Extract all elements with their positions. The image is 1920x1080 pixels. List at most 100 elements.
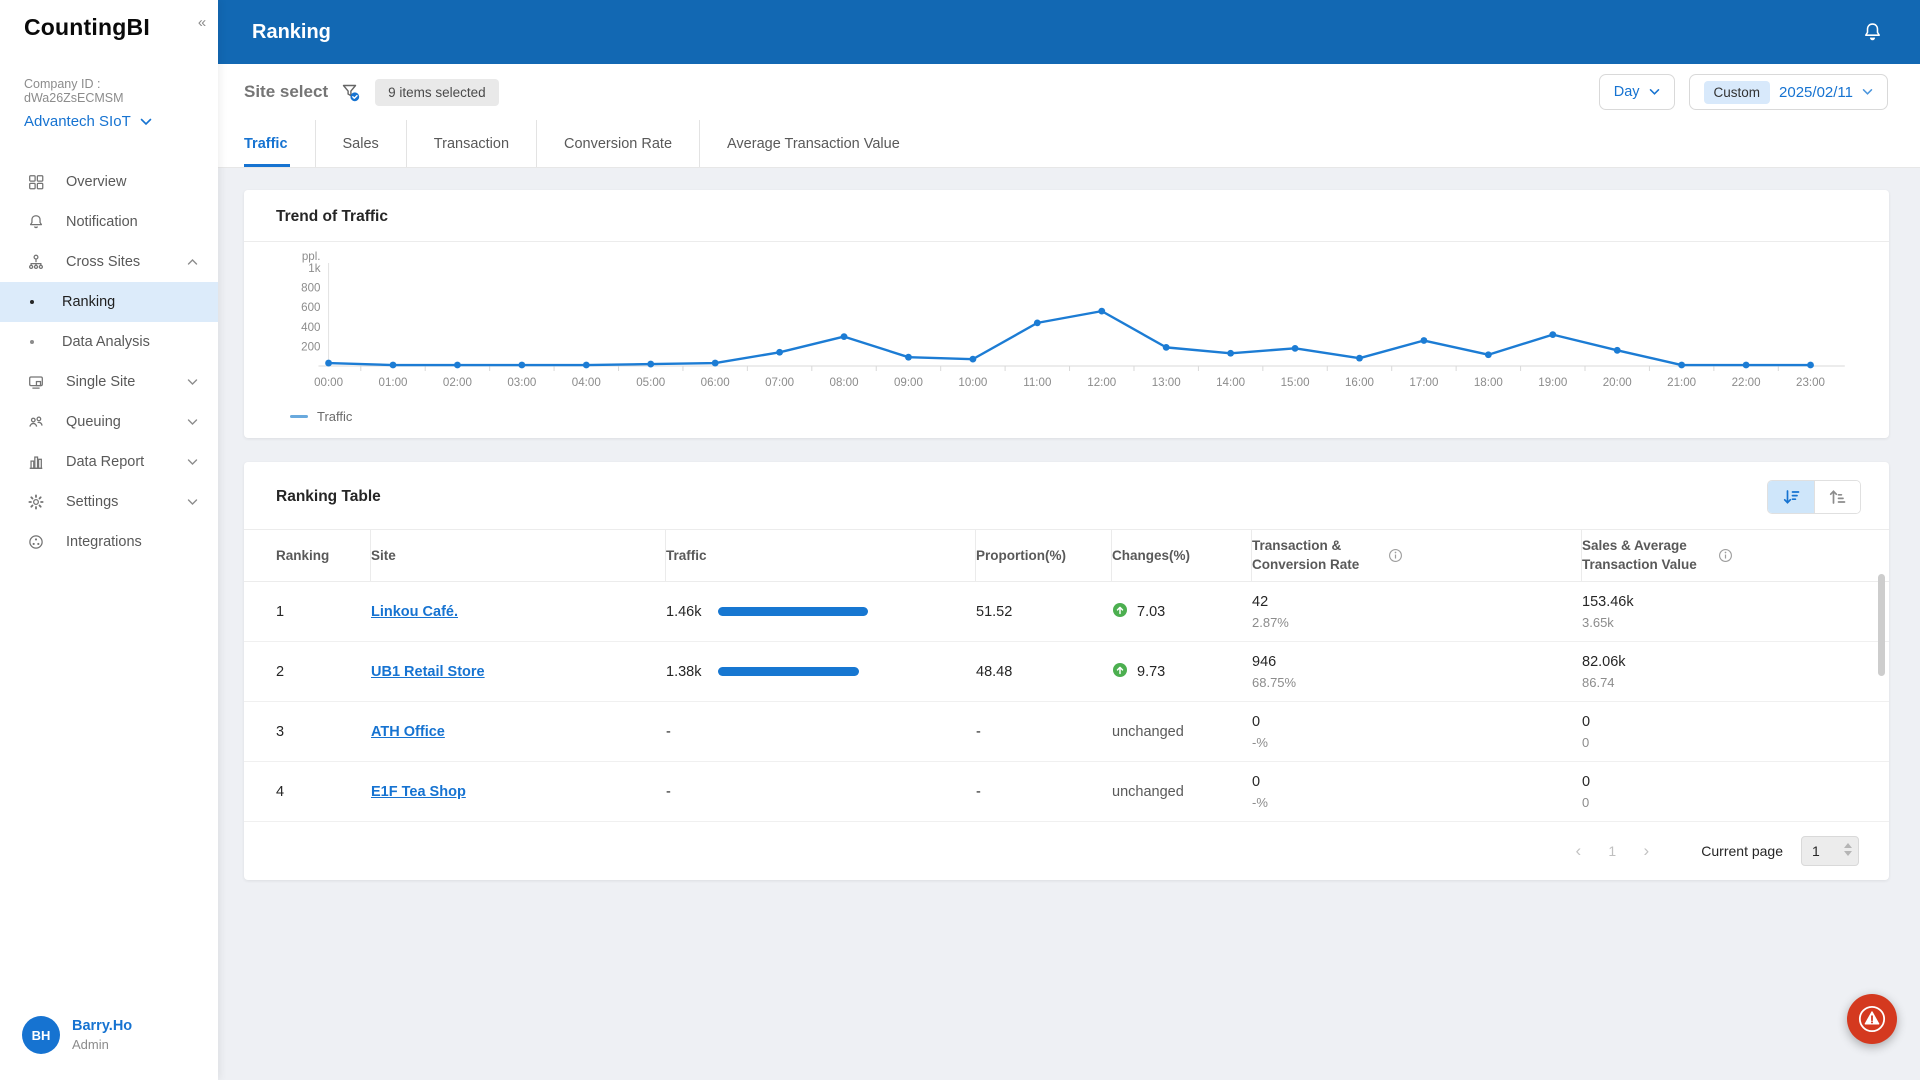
sidebar-item-integrations[interactable]: Integrations xyxy=(0,522,218,562)
sort-descending-button[interactable] xyxy=(1768,481,1814,513)
sidebar-nav: Overview Notification Cross Sites Rank xyxy=(0,162,218,562)
proportion-cell: 48.48 xyxy=(976,664,1112,680)
column-header-site: Site xyxy=(371,530,666,581)
sidebar-item-settings[interactable]: Settings xyxy=(0,482,218,522)
site-link[interactable]: ATH Office xyxy=(371,724,445,740)
page-title: Ranking xyxy=(252,21,331,44)
company-block: Company ID : dWa26ZsECMSM Advantech SIoT xyxy=(0,51,218,130)
date-value: 2025/02/11 xyxy=(1779,84,1853,101)
svg-text:1k: 1k xyxy=(308,263,320,275)
svg-text:20:00: 20:00 xyxy=(1603,377,1632,389)
atv-value: 0 xyxy=(1582,735,1889,750)
sidebar: CountingBI « Company ID : dWa26ZsECMSM A… xyxy=(0,0,218,1080)
sidebar-item-notification[interactable]: Notification xyxy=(0,202,218,242)
changes-cell: 9.73 xyxy=(1112,662,1252,682)
bullet-icon xyxy=(30,300,34,304)
filter-toolbar: Site select 9 items selected Day Custom … xyxy=(218,64,1920,120)
site-link[interactable]: E1F Tea Shop xyxy=(371,784,466,800)
tab-transaction[interactable]: Transaction xyxy=(407,120,537,167)
sidebar-item-data-analysis[interactable]: Data Analysis xyxy=(0,322,218,362)
chevron-down-icon xyxy=(1649,88,1660,96)
user-role: Admin xyxy=(72,1037,132,1052)
svg-text:04:00: 04:00 xyxy=(572,377,601,389)
nav-label: Queuing xyxy=(66,414,187,430)
interval-dropdown[interactable]: Day xyxy=(1599,74,1675,110)
conversion-rate-value: 68.75% xyxy=(1252,675,1582,690)
table-card-header: Ranking Table xyxy=(244,462,1889,530)
nav-label: Overview xyxy=(66,174,198,190)
transaction-value: 42 xyxy=(1252,594,1582,610)
svg-text:03:00: 03:00 xyxy=(507,377,536,389)
app-bar: Ranking xyxy=(218,0,1920,64)
column-header-proportion: Proportion(%) xyxy=(976,530,1112,581)
svg-text:200: 200 xyxy=(301,341,320,353)
pagination-page-number[interactable]: 1 xyxy=(1599,843,1625,859)
legend-label: Traffic xyxy=(317,409,352,424)
change-value: 7.03 xyxy=(1137,604,1165,620)
traffic-value: - xyxy=(666,784,718,800)
sidebar-item-data-report[interactable]: Data Report xyxy=(0,442,218,482)
site-cell: Linkou Café. xyxy=(371,604,666,620)
traffic-cell: - xyxy=(666,784,976,800)
notification-bell-icon[interactable] xyxy=(1861,21,1884,44)
pagination-prev-button[interactable]: ‹ xyxy=(1565,841,1591,861)
info-icon[interactable] xyxy=(1388,548,1403,563)
date-picker[interactable]: Custom 2025/02/11 xyxy=(1689,74,1888,110)
tab-conversion-rate[interactable]: Conversion Rate xyxy=(537,120,700,167)
sidebar-item-overview[interactable]: Overview xyxy=(0,162,218,202)
chevron-down-icon xyxy=(140,118,152,126)
sales-atv-cell: 00 xyxy=(1582,714,1889,750)
transaction-conversion-cell: 0-% xyxy=(1252,774,1582,810)
svg-text:13:00: 13:00 xyxy=(1152,377,1181,389)
svg-text:11:00: 11:00 xyxy=(1023,377,1051,389)
sort-ascending-button[interactable] xyxy=(1814,481,1860,513)
info-icon[interactable] xyxy=(1718,548,1733,563)
user-profile[interactable]: BH Barry.Ho Admin xyxy=(0,998,218,1080)
pagination-next-button[interactable]: › xyxy=(1633,841,1659,861)
chevron-up-icon xyxy=(187,258,198,266)
user-name: Barry.Ho xyxy=(72,1018,132,1034)
site-filter-icon[interactable] xyxy=(340,82,361,103)
main-area: Ranking Site select 9 items selected Day… xyxy=(218,0,1920,1080)
svg-text:21:00: 21:00 xyxy=(1667,377,1696,389)
proportion-cell: - xyxy=(976,724,1112,740)
changes-cell: 7.03 xyxy=(1112,602,1252,622)
site-select-label: Site select xyxy=(244,82,328,102)
sidebar-item-single-site[interactable]: Single Site xyxy=(0,362,218,402)
svg-text:ppl.: ppl. xyxy=(302,251,321,263)
table-scrollbar-thumb[interactable] xyxy=(1878,574,1885,676)
sales-value: 153.46k xyxy=(1582,594,1889,610)
site-link[interactable]: Linkou Café. xyxy=(371,604,458,620)
transaction-value: 0 xyxy=(1252,774,1582,790)
chart-legend[interactable]: Traffic xyxy=(244,409,1889,438)
conversion-rate-value: 2.87% xyxy=(1252,615,1582,630)
site-link[interactable]: UB1 Retail Store xyxy=(371,664,485,680)
svg-text:800: 800 xyxy=(301,283,320,295)
sidebar-collapse-button[interactable]: « xyxy=(191,12,213,34)
tab-average-transaction-value[interactable]: Average Transaction Value xyxy=(700,120,927,167)
content-area: Trend of Traffic ppl.2004006008001k00:00… xyxy=(218,168,1920,1080)
transaction-value: 946 xyxy=(1252,654,1582,670)
svg-text:17:00: 17:00 xyxy=(1409,377,1438,389)
tab-sales[interactable]: Sales xyxy=(316,120,407,167)
proportion-cell: 51.52 xyxy=(976,604,1112,620)
sidebar-item-queuing[interactable]: Queuing xyxy=(0,402,218,442)
transaction-conversion-cell: 946 68.75% xyxy=(1252,654,1582,690)
sidebar-item-ranking[interactable]: Ranking xyxy=(0,282,218,322)
sort-toggle xyxy=(1767,480,1861,514)
table-card-title: Ranking Table xyxy=(276,488,381,506)
sidebar-item-cross-sites[interactable]: Cross Sites xyxy=(0,242,218,282)
alert-fab-button[interactable] xyxy=(1847,994,1897,1044)
company-selector[interactable]: Advantech SIoT xyxy=(24,113,194,130)
atv-value: 86.74 xyxy=(1582,675,1889,690)
column-header-sales-atv: Sales & Average Transaction Value xyxy=(1582,530,1889,581)
page-stepper[interactable] xyxy=(1844,843,1852,856)
svg-text:23:00: 23:00 xyxy=(1796,377,1825,389)
ranking-table-card: Ranking Table Ranking Site Traffic Pr xyxy=(244,462,1889,880)
table-row: 3ATH Office--unchanged0-%00 xyxy=(244,702,1889,762)
tab-traffic[interactable]: Traffic xyxy=(244,120,316,167)
nav-label: Notification xyxy=(66,214,198,230)
column-header-traffic: Traffic xyxy=(666,530,976,581)
traffic-value: 1.38k xyxy=(666,664,718,680)
trend-card-title: Trend of Traffic xyxy=(276,208,388,226)
